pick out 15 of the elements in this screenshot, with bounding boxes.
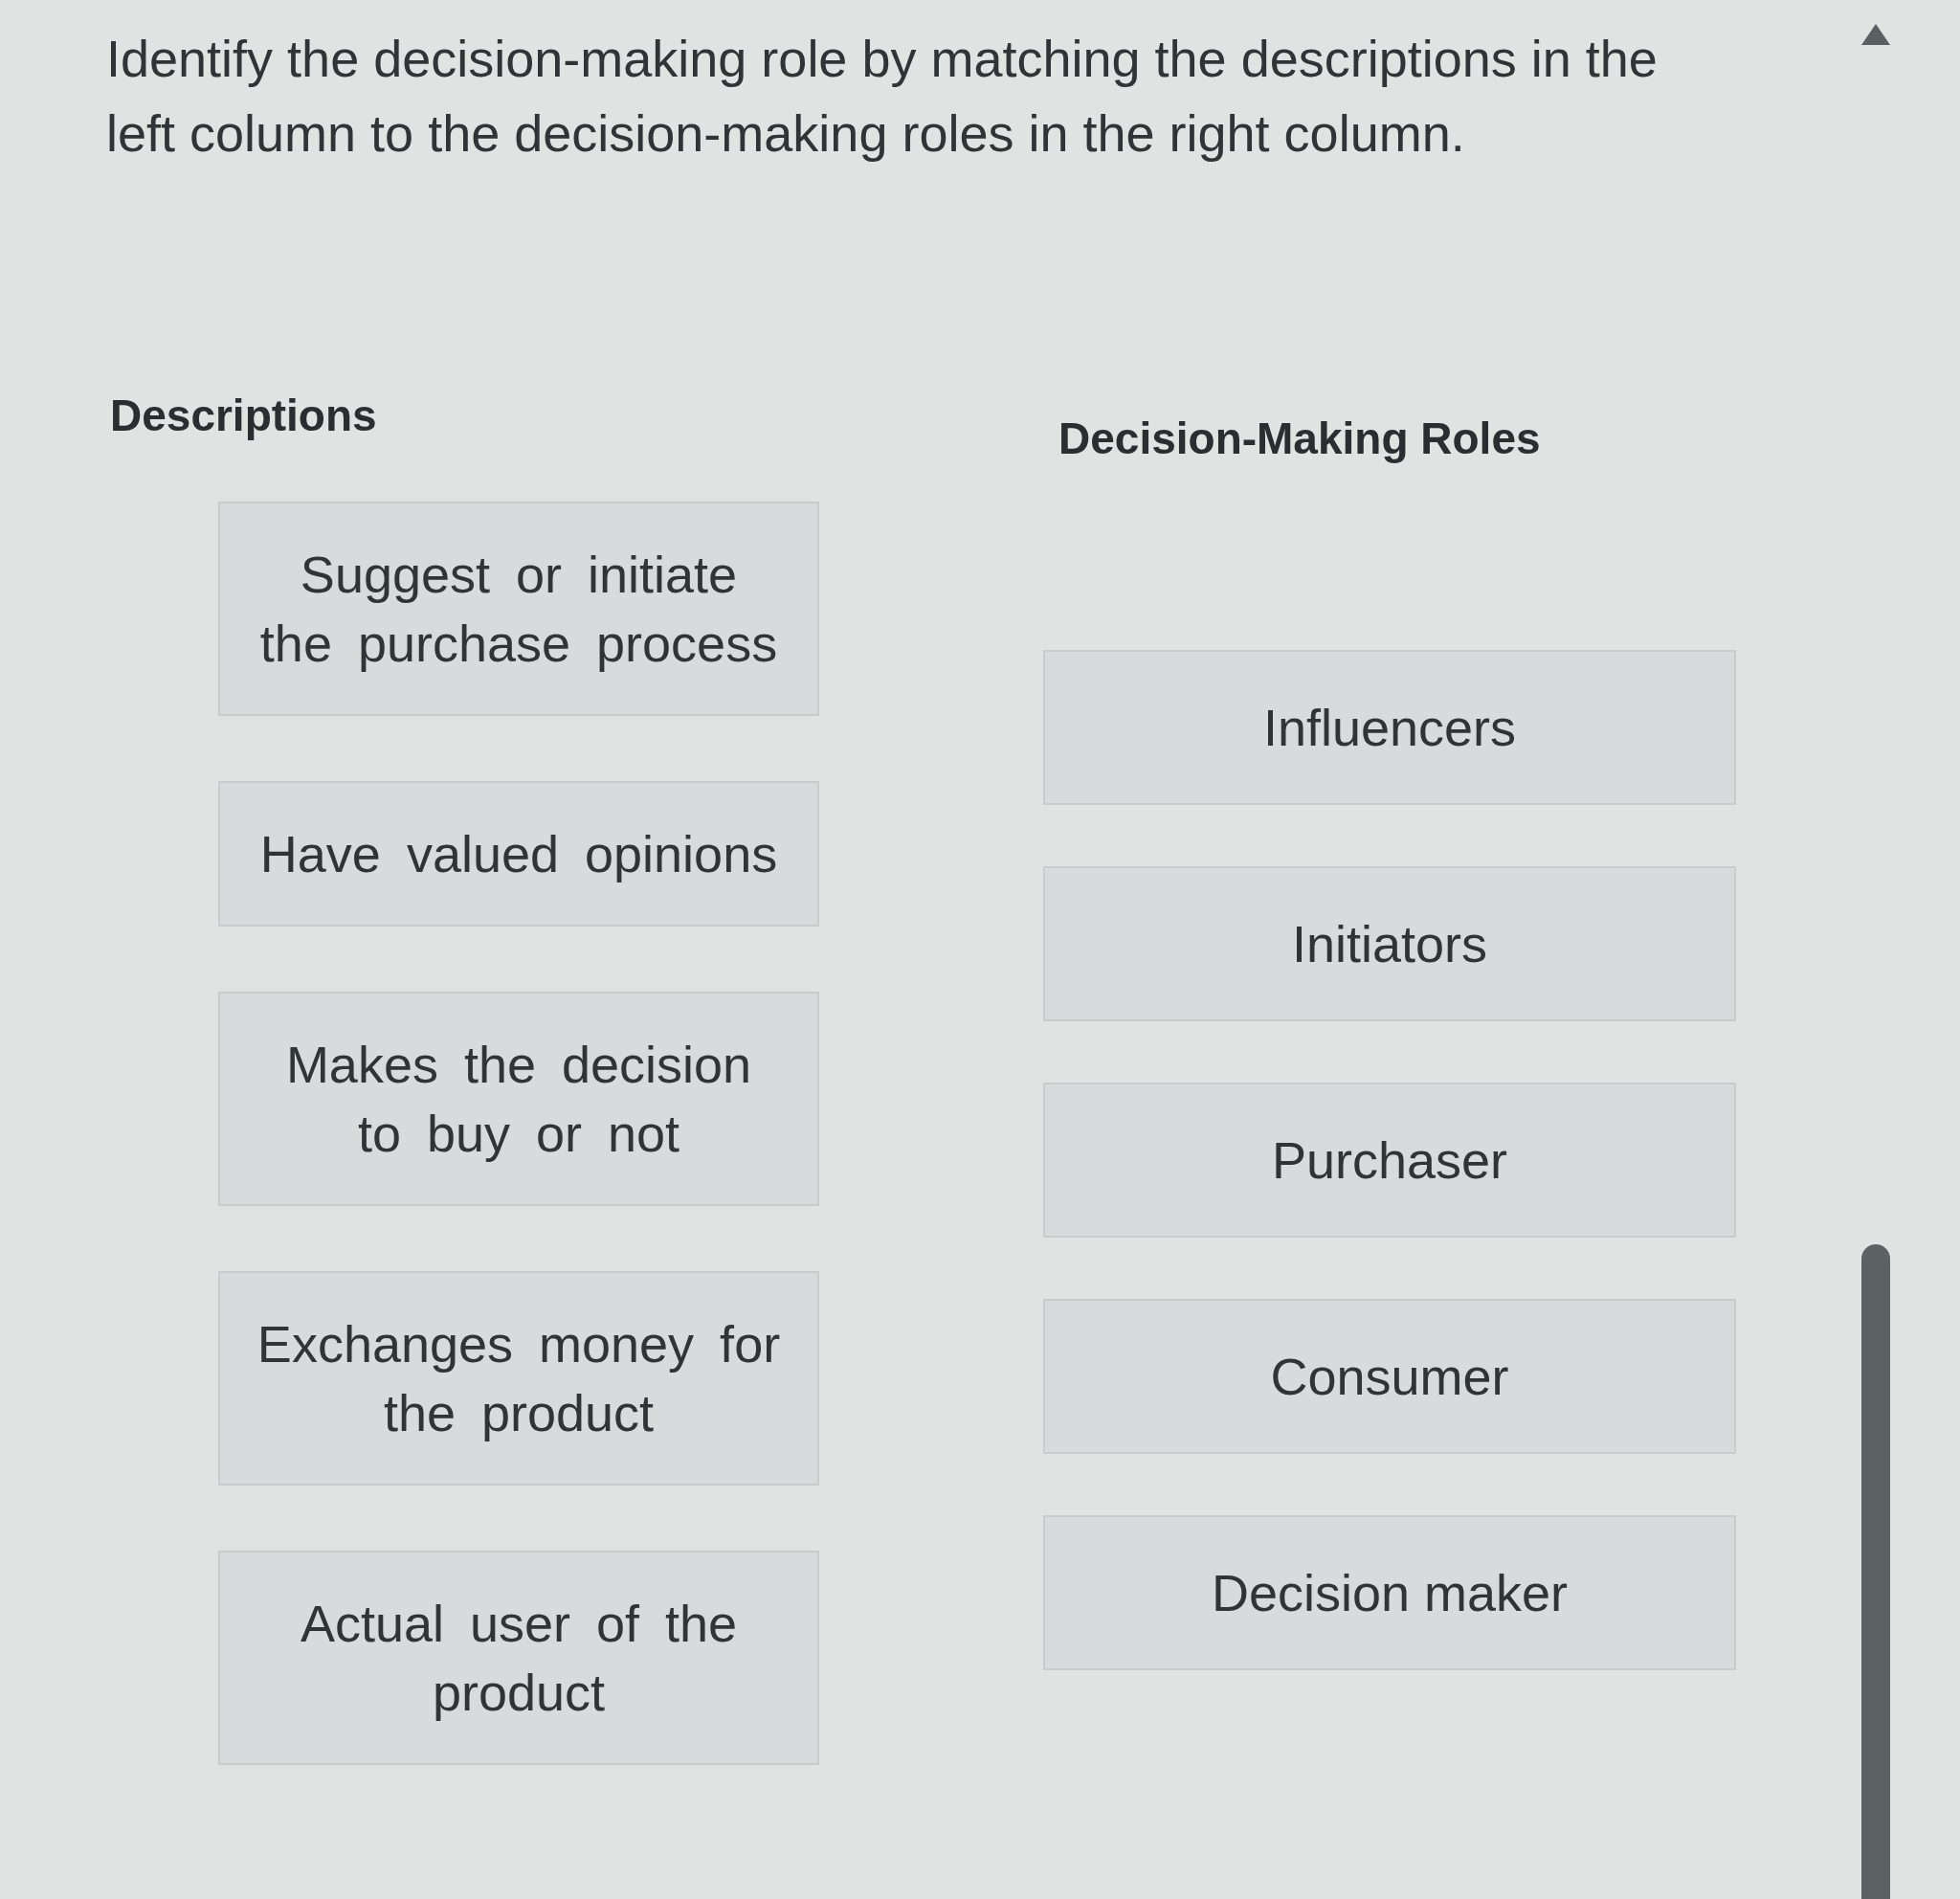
role-card[interactable]: Influencers <box>1043 650 1736 805</box>
role-card[interactable]: Decision maker <box>1043 1515 1736 1670</box>
scrollbar-thumb[interactable] <box>1861 1244 1890 1899</box>
column-heading: Descriptions <box>110 390 377 442</box>
description-card[interactable]: Makes the decision to buy or not <box>218 992 819 1206</box>
column-heading: Decision-Making Roles <box>1058 413 1541 465</box>
role-card[interactable]: Consumer <box>1043 1299 1736 1454</box>
scroll-up-icon[interactable] <box>1860 23 1891 46</box>
role-card[interactable]: Initiators <box>1043 866 1736 1021</box>
instruction-text: Identify the decision-making role by matching the descriptions in the left column to the decision-making roles in the right column. <box>106 29 1659 164</box>
description-card[interactable]: Have valued opinions <box>218 781 819 927</box>
role-card[interactable]: Purchaser <box>1043 1083 1736 1238</box>
description-card[interactable]: Suggest or initiate the purchase process <box>218 502 819 716</box>
description-card[interactable]: Actual user of the product <box>218 1551 819 1765</box>
description-card[interactable]: Exchanges money for the product <box>218 1271 819 1486</box>
